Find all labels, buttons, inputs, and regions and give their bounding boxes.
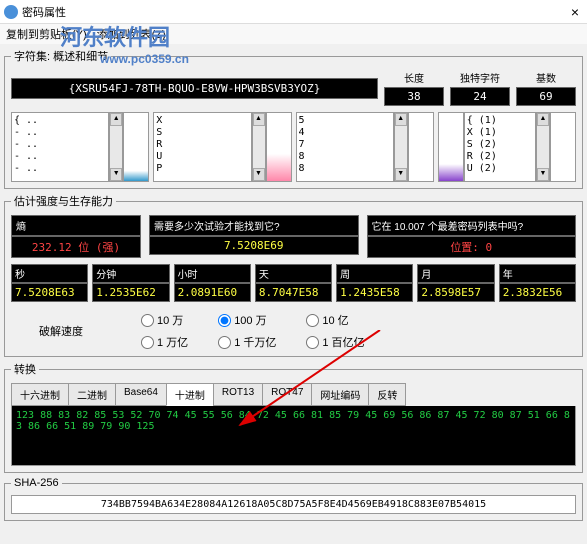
tab-7[interactable]: 反转 xyxy=(368,383,406,406)
color-bar-2 xyxy=(266,112,292,182)
scrollbar[interactable]: ▲▼ xyxy=(252,112,266,182)
stat-length-value: 38 xyxy=(384,87,444,106)
app-icon xyxy=(4,5,18,19)
password-display: {XSRU54FJ-78TH-BQUO-E8VW-HPW3BSVB3YOZ} xyxy=(11,78,378,99)
color-bar-1 xyxy=(123,112,149,182)
char-list-4[interactable]: { (1) X (1) S (2) R (2) U (2) xyxy=(464,112,536,182)
scrollbar[interactable]: ▲▼ xyxy=(536,112,550,182)
conversion-group: 转换 十六进制二进制Base64十进制ROT13ROT47网址编码反转 123 … xyxy=(4,361,583,473)
tab-4[interactable]: ROT13 xyxy=(213,383,263,406)
tab-6[interactable]: 网址编码 xyxy=(311,383,369,406)
tab-0[interactable]: 十六进制 xyxy=(11,383,69,406)
color-bar-4 xyxy=(438,112,464,182)
speed-radio[interactable]: 1 百亿亿 xyxy=(306,334,364,350)
window-title: 密码属性 xyxy=(22,4,66,20)
time-label: 小时 xyxy=(174,264,251,283)
time-label: 月 xyxy=(417,264,494,283)
stat-length-label: 长度 xyxy=(404,70,424,85)
speed-radio[interactable]: 1 千万亿 xyxy=(218,334,276,350)
sha-group: SHA-256 734BB7594BA634E28084A12618A05C8D… xyxy=(4,477,583,521)
strength-legend: 估计强度与生存能力 xyxy=(11,193,116,209)
speed-radio[interactable]: 100 万 xyxy=(218,312,276,328)
color-bar-5 xyxy=(550,112,576,182)
conversion-legend: 转换 xyxy=(11,361,39,377)
worst-label: 它在 10.007 个最差密码列表中吗? xyxy=(367,215,577,236)
time-label: 周 xyxy=(336,264,413,283)
sha-value[interactable]: 734BB7594BA634E28084A12618A05C8D75A5F8E4… xyxy=(11,495,576,514)
speed-radio[interactable]: 10 万 xyxy=(141,312,188,328)
attempts-label: 需要多少次试验才能找到它? xyxy=(149,215,359,236)
time-label: 年 xyxy=(499,264,576,283)
attempts-value: 7.5208E69 xyxy=(149,236,359,255)
stat-unique-value: 24 xyxy=(450,87,510,106)
tab-5[interactable]: ROT47 xyxy=(262,383,312,406)
menu-copy[interactable]: 复制到剪贴板(Y) xyxy=(6,26,87,42)
speed-radio[interactable]: 1 万亿 xyxy=(141,334,188,350)
time-label: 分钟 xyxy=(92,264,169,283)
strength-group: 估计强度与生存能力 熵 232.12 位 (强) 需要多少次试验才能找到它? 7… xyxy=(4,193,583,357)
tab-3[interactable]: 十进制 xyxy=(166,383,214,406)
speed-radio[interactable]: 10 亿 xyxy=(306,312,364,328)
charset-group: 字符集: 概述和细节 {XSRU54FJ-78TH-BQUO-E8VW-HPW3… xyxy=(4,48,583,189)
time-value: 2.0891E60 xyxy=(174,283,251,302)
worst-value: 位置: 0 xyxy=(367,236,577,258)
entropy-value: 232.12 位 (强) xyxy=(11,236,141,258)
stat-base-label: 基数 xyxy=(536,70,556,85)
time-value: 2.3832E56 xyxy=(499,283,576,302)
tab-2[interactable]: Base64 xyxy=(115,383,167,406)
time-value: 8.7047E58 xyxy=(255,283,332,302)
scrollbar[interactable]: ▲▼ xyxy=(109,112,123,182)
scrollbar[interactable]: ▲▼ xyxy=(394,112,408,182)
color-bar-3 xyxy=(408,112,434,182)
char-list-1[interactable]: { .. - .. - .. - .. - .. xyxy=(11,112,109,182)
menu-add[interactable]: 添加到列表(Z) xyxy=(97,26,166,42)
char-list-2[interactable]: X S R U P xyxy=(153,112,251,182)
time-value: 1.2535E62 xyxy=(92,283,169,302)
sha-legend: SHA-256 xyxy=(11,477,62,489)
stat-unique-label: 独特字符 xyxy=(460,70,500,85)
char-list-3[interactable]: 5 4 7 8 8 xyxy=(296,112,394,182)
time-value: 7.5208E63 xyxy=(11,283,88,302)
stat-base-value: 69 xyxy=(516,87,576,106)
time-label: 天 xyxy=(255,264,332,283)
time-value: 2.8598E57 xyxy=(417,283,494,302)
charset-legend: 字符集: 概述和细节 xyxy=(11,48,111,64)
time-label: 秒 xyxy=(11,264,88,283)
entropy-label: 熵 xyxy=(11,215,141,236)
close-button[interactable]: × xyxy=(571,4,579,20)
speed-label: 破解速度 xyxy=(11,323,111,339)
conversion-data[interactable]: 123 88 83 82 85 53 52 70 74 45 55 56 84 … xyxy=(11,406,576,466)
tab-1[interactable]: 二进制 xyxy=(68,383,116,406)
time-value: 1.2435E58 xyxy=(336,283,413,302)
